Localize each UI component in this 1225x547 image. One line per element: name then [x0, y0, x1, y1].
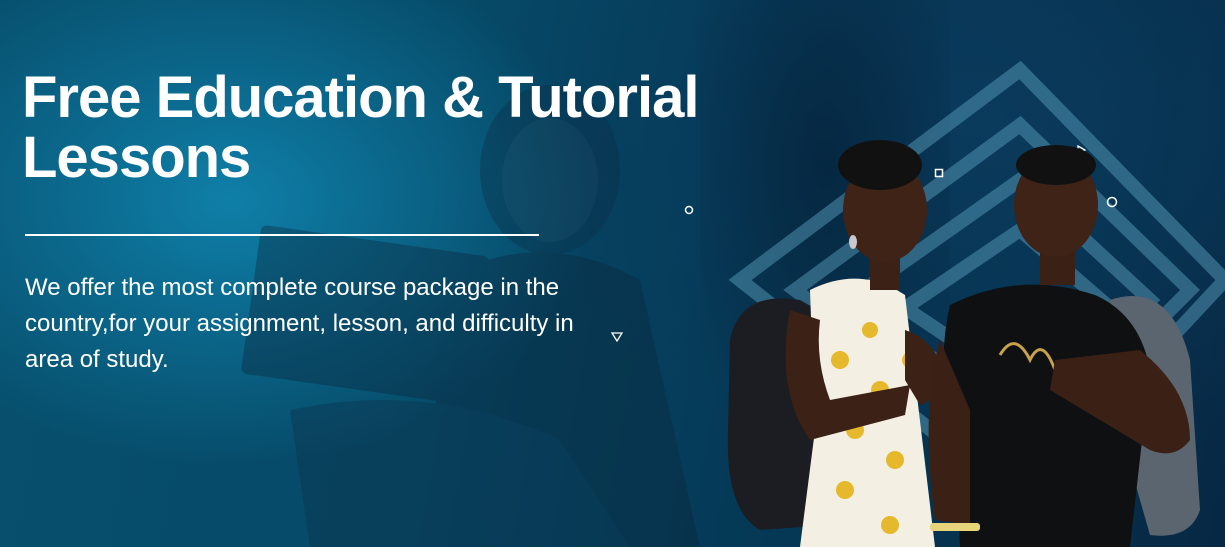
triangle-outline-icon [611, 332, 623, 342]
circle-outline-icon [684, 205, 694, 215]
hero-headline: Free Education & Tutorial Lessons [22, 65, 699, 190]
hero-banner: Free Education & Tutorial Lessons We off… [0, 0, 1225, 547]
students-image [727, 140, 1200, 547]
hero-description: We offer the most complete course packag… [25, 274, 574, 373]
headline-divider [25, 234, 539, 236]
